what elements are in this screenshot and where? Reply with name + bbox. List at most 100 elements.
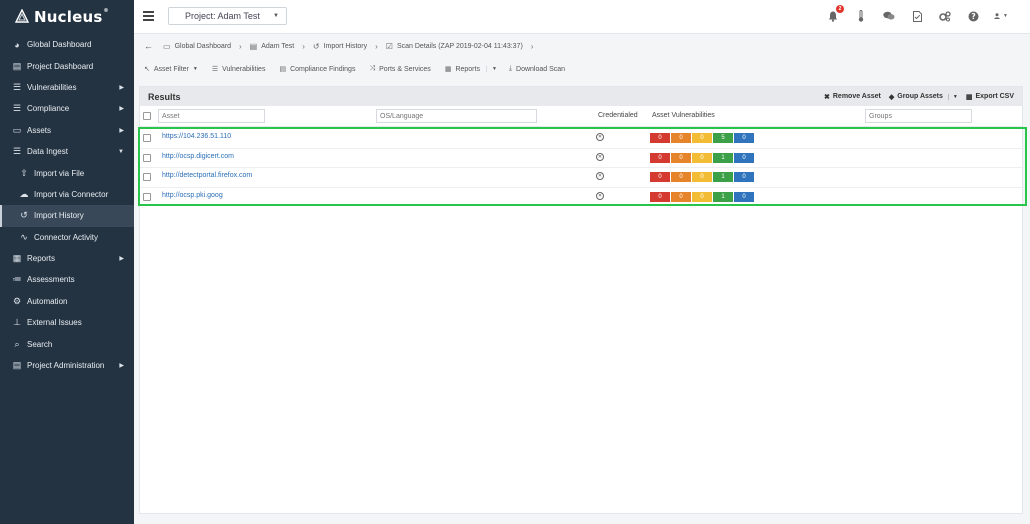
os-language-filter-input[interactable] <box>376 109 537 123</box>
breadcrumb-label: Import History <box>323 42 368 50</box>
chevron-right-icon: ▶ <box>119 106 124 113</box>
row-checkbox[interactable] <box>143 192 151 201</box>
sidebar-item-label: Compliance <box>27 104 70 114</box>
sidebar-item-import-via-file[interactable]: ⇧ Import via File <box>0 162 134 183</box>
group-assets-button[interactable]: ◆ Group Assets <box>889 93 943 101</box>
medium-count[interactable]: 0 <box>692 172 712 182</box>
download-scan-button[interactable]: ⤓ Download Scan <box>509 65 565 73</box>
ports-services-button[interactable]: ⤨ Ports & Services <box>369 65 430 73</box>
select-all-checkbox[interactable] <box>143 112 151 120</box>
breadcrumb-scan-details[interactable]: ☑ Scan Details (ZAP 2019-02-04 11:43:37) <box>386 42 523 51</box>
document-button[interactable] <box>910 9 924 23</box>
sidebar-item-reports[interactable]: ▦ Reports ▶ <box>0 248 134 269</box>
breadcrumb-import-history[interactable]: ↺ Import History <box>313 42 367 51</box>
low-count[interactable]: 1 <box>713 152 733 163</box>
high-count[interactable]: 0 <box>671 152 691 163</box>
low-count[interactable]: 1 <box>713 191 733 202</box>
settings-button[interactable] <box>938 9 952 23</box>
hamburger-menu-icon[interactable] <box>143 11 154 21</box>
row-checkbox[interactable] <box>143 134 151 142</box>
asset-link[interactable]: http://ocsp.digicert.com <box>162 153 234 160</box>
breadcrumb-global-dashboard[interactable]: ▭ Global Dashboard <box>163 42 231 51</box>
row-checkbox[interactable] <box>143 173 151 181</box>
chevron-right-icon: ▶ <box>119 256 124 263</box>
info-count[interactable]: 0 <box>734 172 754 182</box>
ports-services-label: Ports & Services <box>379 65 431 73</box>
sidebar-item-global-dashboard[interactable]: ◕ Global Dashboard <box>0 34 134 55</box>
sidebar-item-project-administration[interactable]: ▤ Project Administration ▶ <box>0 355 134 376</box>
logo[interactable]: Nucleus® <box>0 0 134 34</box>
sidebar-item-label: Search <box>27 339 53 349</box>
monitor-icon: ▭ <box>12 124 22 135</box>
gears-icon <box>939 10 951 22</box>
sidebar-item-external-issues[interactable]: ⊥ External Issues <box>0 312 134 333</box>
high-count[interactable]: 0 <box>671 191 691 202</box>
sidebar-item-import-via-connector[interactable]: ☁ Import via Connector <box>0 184 134 205</box>
user-menu-button[interactable]: ▼ <box>994 9 1008 23</box>
sidebar-item-label: Import History <box>34 211 84 221</box>
back-arrow-icon[interactable]: ← <box>144 41 153 51</box>
critical-count[interactable]: 0 <box>650 172 670 182</box>
sidebar-item-project-dashboard[interactable]: ▤ Project Dashboard <box>0 55 134 76</box>
info-count[interactable]: 0 <box>734 191 754 202</box>
search-icon: ⌕ <box>14 338 20 349</box>
thermometer-icon <box>858 10 864 22</box>
medium-count[interactable]: 0 <box>692 152 712 163</box>
sidebar-item-assets[interactable]: ▭ Assets ▶ <box>0 120 134 141</box>
asset-filter-input[interactable] <box>158 109 265 123</box>
sidebar-item-connector-activity[interactable]: ∿ Connector Activity <box>0 227 134 248</box>
critical-count[interactable]: 0 <box>650 133 670 143</box>
medium-count[interactable]: 0 <box>692 133 712 143</box>
asset-link[interactable]: https://104.236.51.110 <box>162 133 231 140</box>
vulnerabilities-button[interactable]: ☰ Vulnerabilities <box>212 65 266 74</box>
help-button[interactable]: ? <box>966 9 980 23</box>
export-csv-button[interactable]: ▦ Export CSV <box>966 93 1014 101</box>
sidebar-item-automation[interactable]: ⚙ Automation <box>0 291 134 312</box>
breadcrumb-adam-test[interactable]: ▤ Adam Test <box>250 42 295 51</box>
groups-filter-input[interactable] <box>865 109 972 123</box>
results-rows-highlight: https://104.236.51.110 ✕ 0 0 0 5 0 http:… <box>138 127 1027 206</box>
low-count[interactable]: 1 <box>713 172 733 182</box>
low-count[interactable]: 5 <box>713 133 733 143</box>
sidebar-item-label: Global Dashboard <box>27 40 92 50</box>
reports-dropdown-toggle[interactable]: ▼ <box>485 66 497 72</box>
compliance-findings-button[interactable]: ▤ Compliance Findings <box>279 65 355 74</box>
high-count[interactable]: 0 <box>671 133 691 143</box>
reports-button[interactable]: ▦ Reports <box>445 65 480 74</box>
help-icon: ? <box>968 11 978 21</box>
remove-asset-button[interactable]: ✖ Remove Asset <box>824 93 881 101</box>
group-assets-dropdown-toggle[interactable]: ▼ <box>947 93 958 100</box>
sidebar-item-label: Import via File <box>34 168 85 178</box>
sidebar-item-assessments[interactable]: ≔ Assessments <box>0 269 134 290</box>
breadcrumb-label: Scan Details (ZAP 2019-02-04 11:43:37) <box>396 42 523 50</box>
info-count[interactable]: 0 <box>734 152 754 163</box>
project-select[interactable]: Project: Adam Test ▼ <box>168 7 287 25</box>
user-icon <box>994 13 1000 20</box>
critical-count[interactable]: 0 <box>650 191 670 202</box>
chat-button[interactable] <box>882 9 896 23</box>
thermometer-button[interactable] <box>854 9 868 23</box>
not-credentialed-icon: ✕ <box>596 133 604 141</box>
sidebar-item-label: Assessments <box>27 275 75 285</box>
sidebar-item-label: Vulnerabilities <box>27 82 77 92</box>
topbar-icons: 2 ? ▼ <box>812 5 1008 23</box>
critical-count[interactable]: 0 <box>650 152 670 163</box>
sidebar-item-data-ingest[interactable]: ☰ Data Ingest ▼ <box>0 141 134 162</box>
notifications-button[interactable]: 2 <box>826 5 844 23</box>
info-count[interactable]: 0 <box>734 133 754 143</box>
sidebar-item-import-history[interactable]: ↺ Import History <box>0 205 134 227</box>
vulnerability-counts: 0 0 0 5 0 <box>650 133 755 143</box>
checkbox-icon: ☑ <box>385 41 393 51</box>
asset-link[interactable]: http://detectportal.firefox.com <box>162 172 252 179</box>
sidebar-item-compliance[interactable]: ☰ Compliance ▶ <box>0 98 134 119</box>
chevron-down-icon: ▼ <box>1003 13 1008 19</box>
list-icon: ☰ <box>12 81 22 92</box>
sidebar-item-search[interactable]: ⌕ Search <box>0 333 134 354</box>
asset-filter-button[interactable]: ↖ Asset Filter ▼ <box>144 65 198 74</box>
sidebar-item-vulnerabilities[interactable]: ☰ Vulnerabilities ▶ <box>0 77 134 98</box>
nucleus-logo-icon <box>14 9 30 23</box>
high-count[interactable]: 0 <box>671 172 691 182</box>
medium-count[interactable]: 0 <box>692 191 712 202</box>
row-checkbox[interactable] <box>143 153 151 162</box>
asset-link[interactable]: http://ocsp.pki.goog <box>162 192 223 199</box>
